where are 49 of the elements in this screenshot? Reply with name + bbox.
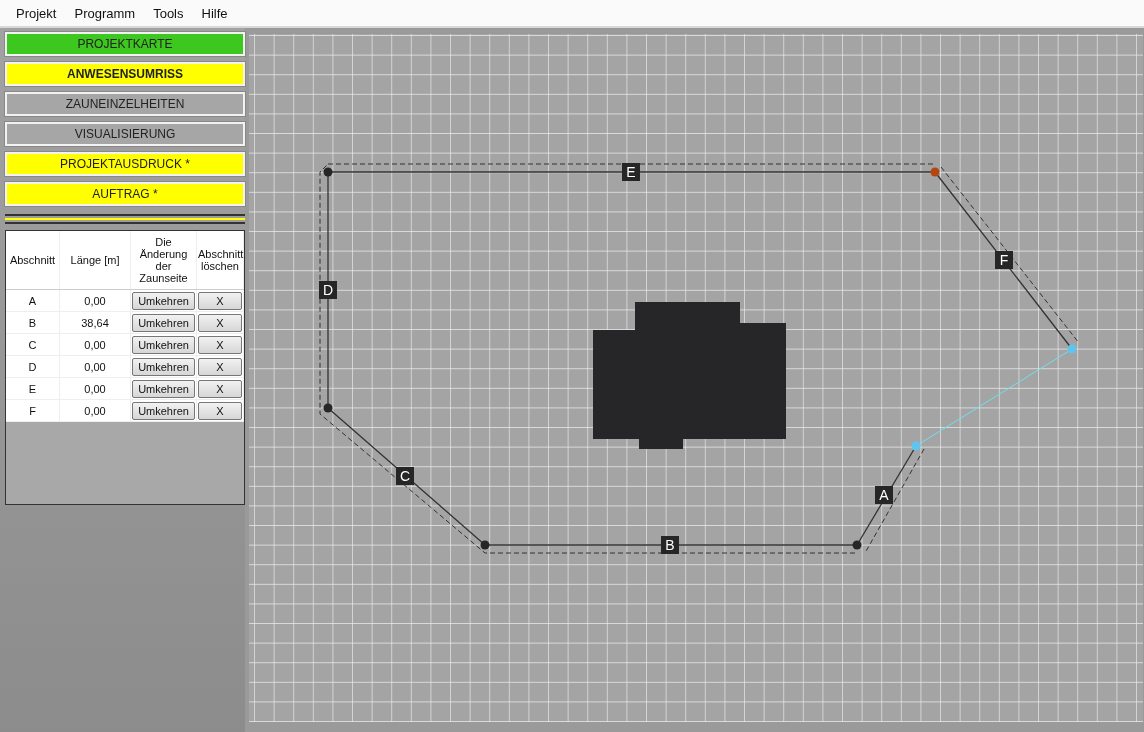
nav-button[interactable]: AUFTRAG * — [5, 182, 245, 206]
segment-label[interactable]: D — [319, 281, 337, 299]
delete-button[interactable]: X — [198, 313, 242, 332]
segment-label[interactable]: F — [995, 251, 1013, 269]
reverse-button[interactable]: Umkehren — [132, 357, 195, 376]
table-cell: B — [6, 311, 60, 334]
nav-button[interactable]: PROJEKTAUSDRUCK * — [5, 152, 245, 176]
reverse-button[interactable]: Umkehren — [132, 335, 195, 354]
delete-button[interactable]: X — [198, 401, 242, 420]
plan-canvas[interactable]: A B C D E F — [249, 34, 1143, 722]
menu-item[interactable]: Tools — [144, 5, 193, 21]
delete-button[interactable]: X — [198, 291, 242, 310]
nav-button[interactable]: ANWESENSUMRISS — [5, 62, 245, 86]
vertex-point[interactable] — [323, 403, 333, 413]
table-cell: F — [6, 399, 60, 422]
table-cell: 0,00 — [59, 399, 131, 422]
segment-label[interactable]: C — [396, 467, 414, 485]
table-cell: 38,64 — [59, 311, 131, 334]
table-cell: A — [6, 289, 60, 312]
delete-button[interactable]: X — [198, 335, 242, 354]
vertex-point[interactable] — [323, 167, 333, 177]
table-cell: C — [6, 333, 60, 356]
delete-button[interactable]: X — [198, 357, 242, 376]
column-header: Abschnitt — [6, 231, 60, 290]
reverse-button[interactable]: Umkehren — [132, 401, 195, 420]
table-cell: 0,00 — [59, 289, 131, 312]
table-cell: D — [6, 355, 60, 378]
table-cell: 0,00 — [59, 355, 131, 378]
segment-label[interactable]: E — [622, 163, 640, 181]
column-header: Abschnitt löschen — [196, 231, 244, 290]
segment-label[interactable]: A — [875, 486, 893, 504]
reverse-button[interactable]: Umkehren — [132, 313, 195, 332]
table-cell: 0,00 — [59, 333, 131, 356]
reverse-button[interactable]: Umkehren — [132, 379, 195, 398]
column-header: Länge [m] — [59, 231, 131, 290]
nav-button[interactable]: ZAUNEINZELHEITEN — [5, 92, 245, 116]
menu-item[interactable]: Projekt — [7, 5, 66, 21]
vertex-point[interactable] — [480, 540, 490, 550]
table-cell: 0,00 — [59, 377, 131, 400]
delete-button[interactable]: X — [198, 379, 242, 398]
nav-button[interactable]: PROJEKTKARTE — [5, 32, 245, 56]
column-header: Die Änderung der Zaunseite — [130, 231, 197, 290]
vertex-point[interactable] — [852, 540, 862, 550]
menu-item[interactable]: Programm — [65, 5, 145, 21]
nav-button[interactable]: VISUALISIERUNG — [5, 122, 245, 146]
segment-label[interactable]: B — [661, 536, 679, 554]
table-cell: E — [6, 377, 60, 400]
menu-item[interactable]: Hilfe — [192, 5, 237, 21]
reverse-button[interactable]: Umkehren — [132, 291, 195, 310]
